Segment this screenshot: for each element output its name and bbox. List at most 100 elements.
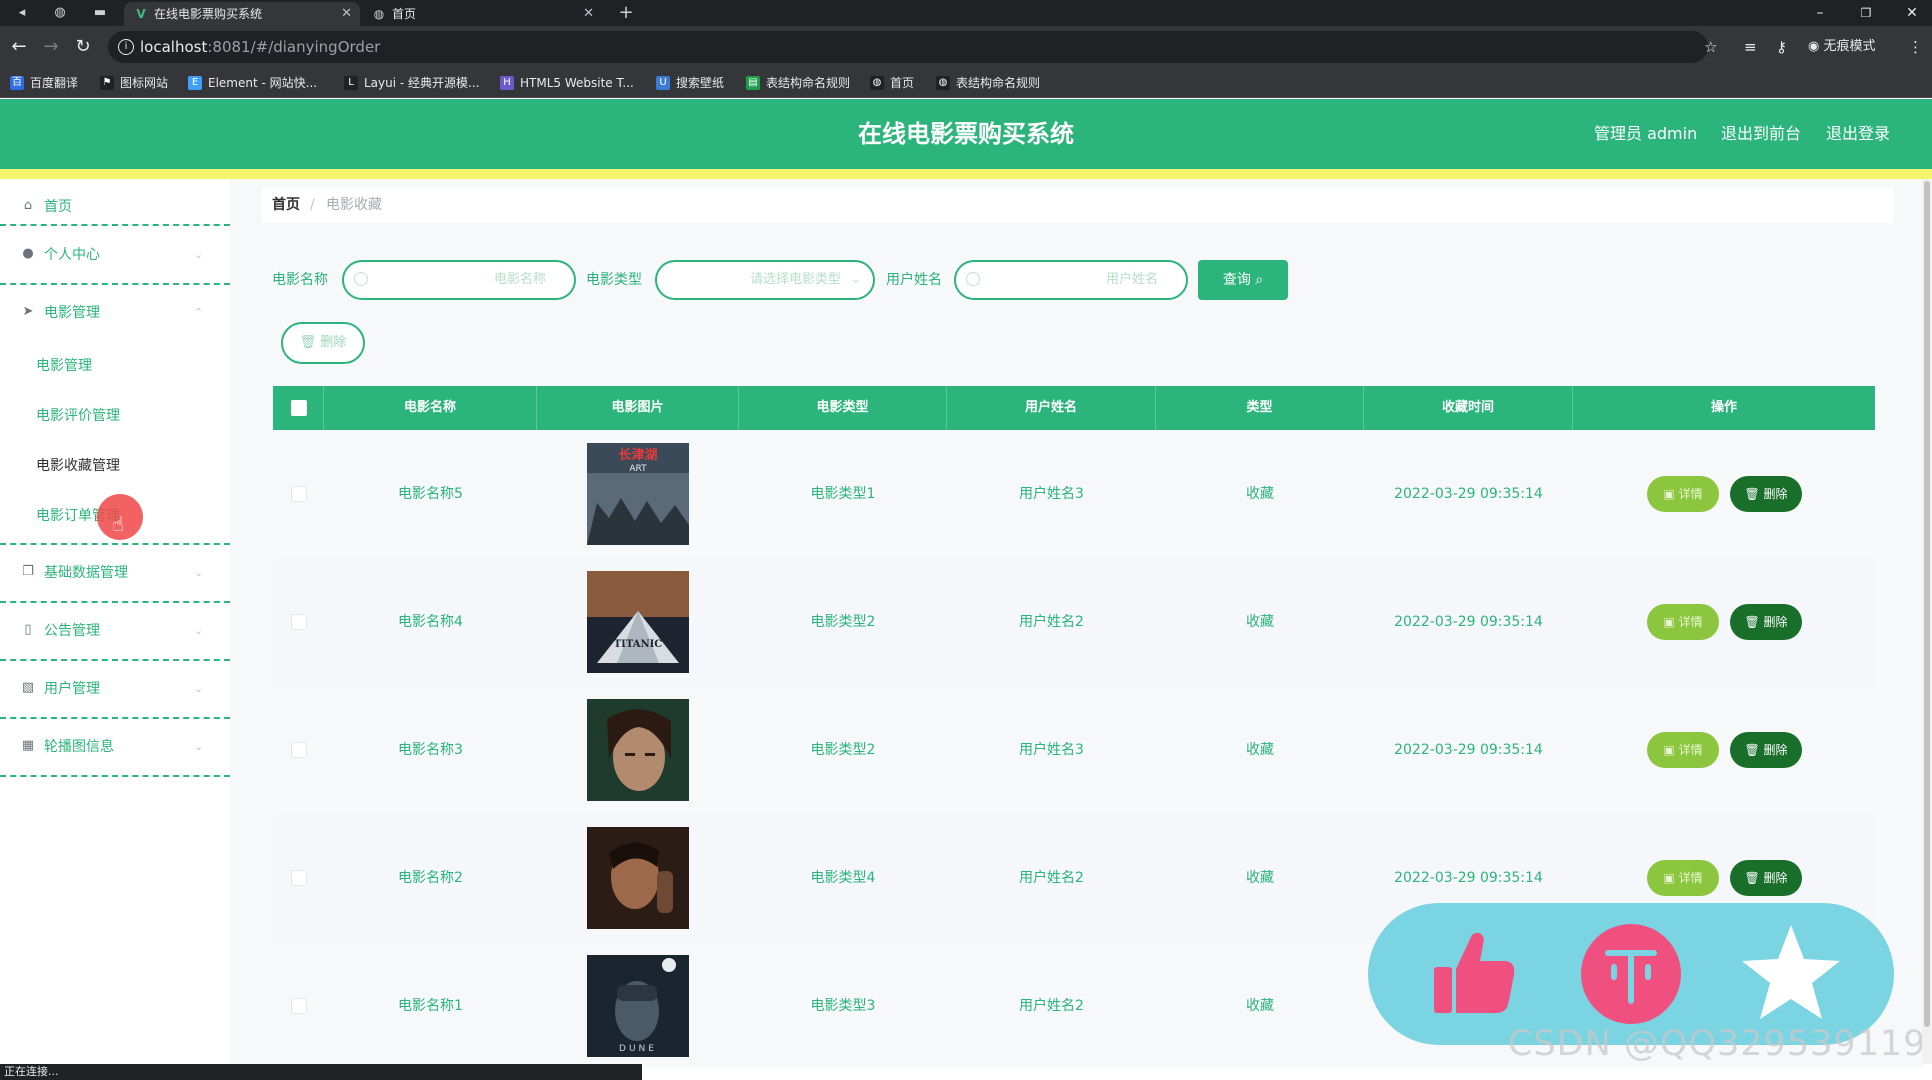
- status-bar: 正在连接...: [0, 1064, 642, 1080]
- filter-user-label: 用户姓名: [886, 272, 942, 288]
- delete-label: 删除: [1763, 743, 1788, 757]
- front-link[interactable]: 退出到前台: [1721, 99, 1801, 169]
- bookmark-item[interactable]: ◍ 首页: [870, 74, 914, 92]
- url-input[interactable]: i localhost:8081/#/dianyingOrder: [108, 31, 1708, 63]
- sidebar-item-movie[interactable]: ➤ 电影管理 ⌃: [0, 285, 230, 341]
- forward-icon[interactable]: →: [40, 36, 62, 58]
- delete-button[interactable]: 🗑 删除: [1730, 732, 1802, 768]
- bookmark-item[interactable]: ◍ 表结构命名规则: [936, 74, 1040, 92]
- delete-button[interactable]: 🗑 删除: [1730, 476, 1802, 512]
- new-tab-icon[interactable]: +: [616, 3, 636, 23]
- bookmark-item[interactable]: U 搜索壁纸: [656, 74, 724, 92]
- hand-cursor-icon: ☝: [112, 512, 125, 536]
- back-icon[interactable]: ←: [8, 36, 30, 58]
- cell-time: 2022-03-29 09:35:14: [1394, 742, 1543, 758]
- send-icon: ➤: [22, 304, 34, 319]
- breadcrumb-home[interactable]: 首页: [272, 187, 300, 223]
- cell-kind: 收藏: [1246, 486, 1274, 502]
- scrollbar-thumb[interactable]: [1924, 181, 1930, 1027]
- submenu-collection[interactable]: 电影收藏管理: [36, 441, 120, 491]
- cell-time: 2022-03-29 09:35:14: [1394, 486, 1543, 502]
- cell-movie-name: 电影名称3: [398, 742, 463, 758]
- row-checkbox[interactable]: [291, 742, 307, 758]
- bookmark-star-icon[interactable]: ☆: [1704, 36, 1717, 58]
- delete-button[interactable]: 🗑 删除: [1730, 604, 1802, 640]
- sidebar-divider: [0, 775, 230, 777]
- submenu-movie[interactable]: 电影管理: [36, 341, 92, 391]
- admin-label: 管理员 admin: [1594, 124, 1698, 143]
- html5-icon: H: [500, 76, 514, 90]
- row-checkbox[interactable]: [291, 870, 307, 886]
- incognito-profile[interactable]: ◉ 无痕模式: [1808, 36, 1876, 58]
- tab-group-icon[interactable]: ◍: [50, 3, 70, 23]
- cell-movie-type: 电影类型2: [810, 614, 876, 630]
- tab-window-icon[interactable]: ▬: [90, 3, 110, 23]
- star-icon[interactable]: [1738, 921, 1844, 1027]
- row-checkbox[interactable]: [291, 614, 307, 630]
- logout-link[interactable]: 退出登录: [1826, 99, 1890, 169]
- movie-poster-image: TITANIC: [587, 571, 689, 673]
- bookmark-item[interactable]: H HTML5 Website T...: [500, 74, 634, 92]
- thumbs-up-icon[interactable]: [1420, 921, 1526, 1027]
- trash-icon: 🗑: [299, 335, 321, 350]
- tab-close-icon[interactable]: ✕: [583, 2, 594, 26]
- url-path: :8081/#/dianyingOrder: [207, 38, 381, 56]
- password-key-icon[interactable]: ⚷: [1776, 36, 1787, 58]
- movie-name-input[interactable]: 电影名称: [342, 260, 576, 300]
- bookmark-item[interactable]: L Layui - 经典开源模...: [344, 74, 479, 92]
- bookmark-label: 表结构命名规则: [766, 76, 851, 90]
- detail-label: 详情: [1678, 871, 1703, 885]
- chevron-up-icon: ⌃: [194, 306, 204, 319]
- reload-icon[interactable]: ↻: [72, 36, 94, 58]
- delete-button[interactable]: 🗑 删除: [1730, 860, 1802, 896]
- bookmark-item[interactable]: ⚑ 图标网站: [100, 74, 168, 92]
- detail-button[interactable]: ▣ 详情: [1647, 732, 1719, 768]
- tab-search-icon[interactable]: ◂: [12, 3, 32, 23]
- row-checkbox[interactable]: [291, 998, 307, 1014]
- bookmark-label: 百度翻译: [30, 76, 79, 90]
- vue-favicon-icon: V: [136, 7, 146, 21]
- browser-tab[interactable]: ◍ 首页 ✕: [362, 2, 602, 26]
- bookmark-item[interactable]: 百百度翻译: [10, 74, 78, 92]
- svg-text:TITANIC: TITANIC: [614, 639, 663, 650]
- row-checkbox[interactable]: [291, 486, 307, 502]
- sidebar-item-basic[interactable]: ❐ 基础数据管理 ⌄: [0, 545, 230, 601]
- cell-movie-name: 电影名称5: [398, 486, 463, 502]
- browser-menu-icon[interactable]: ⋮: [1908, 36, 1923, 58]
- table-row: 电影名称3 电影类型2 用户姓名3 收藏 2022-03-29 09:35:14…: [273, 686, 1875, 814]
- detail-button[interactable]: ▣ 详情: [1647, 476, 1719, 512]
- reading-list-icon[interactable]: ≡: [1744, 36, 1757, 58]
- submenu-review[interactable]: 电影评价管理: [36, 391, 120, 441]
- minimize-icon[interactable]: –: [1800, 0, 1840, 26]
- tab-title: 首页: [392, 7, 417, 21]
- cell-user-name: 用户姓名2: [1019, 870, 1084, 886]
- bookmark-label: 图标网站: [120, 76, 169, 90]
- sidebar-item-carousel[interactable]: ▦ 轮播图信息 ⌄: [0, 719, 230, 775]
- detail-button[interactable]: ▣ 详情: [1647, 604, 1719, 640]
- sidebar-item-notice[interactable]: ▯ 公告管理 ⌄: [0, 603, 230, 659]
- profile-label: 无痕模式: [1823, 39, 1876, 54]
- restore-icon[interactable]: ❐: [1846, 0, 1886, 26]
- bookmark-item[interactable]: ▤ 表结构命名规则: [746, 74, 850, 92]
- bookmark-item[interactable]: E Element - 网站快...: [188, 74, 317, 92]
- sidebar-item-personal[interactable]: ● 个人中心 ⌄: [0, 227, 230, 283]
- select-all-checkbox[interactable]: [291, 400, 307, 416]
- user-name-input[interactable]: 用户姓名: [954, 260, 1188, 300]
- batch-delete-button[interactable]: 🗑 删除: [281, 322, 365, 364]
- site-info-icon[interactable]: i: [118, 39, 134, 55]
- movie-type-select[interactable]: 请选择电影类型 ⌄: [655, 260, 875, 300]
- movie-name-placeholder: 电影名称: [493, 272, 546, 287]
- detail-icon: ▣: [1663, 743, 1679, 757]
- cell-user-name: 用户姓名3: [1019, 742, 1084, 758]
- browser-tab-active[interactable]: V 在线电影票购买系统 ✕: [124, 2, 360, 26]
- sidebar-item-user[interactable]: ▧ 用户管理 ⌄: [0, 661, 230, 717]
- sidebar-item-label: 电影管理: [44, 305, 100, 321]
- chevron-down-icon: ⌄: [194, 248, 204, 261]
- tab-close-icon[interactable]: ✕: [341, 2, 352, 26]
- coin-icon[interactable]: [1578, 921, 1684, 1027]
- filter-type-label: 电影类型: [586, 272, 642, 288]
- detail-button[interactable]: ▣ 详情: [1647, 860, 1719, 896]
- window-close-icon[interactable]: ✕: [1892, 0, 1932, 26]
- element-icon: E: [188, 76, 202, 90]
- query-button[interactable]: 查询 ⌕: [1198, 260, 1288, 300]
